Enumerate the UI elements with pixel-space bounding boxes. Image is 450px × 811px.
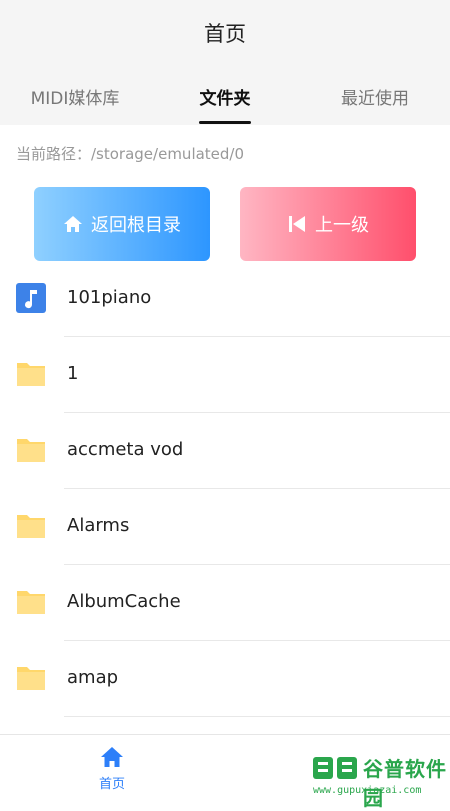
row-divider	[64, 716, 450, 717]
file-name: accmeta vod	[67, 439, 184, 460]
back-to-root-button[interactable]: 返回根目录	[34, 187, 210, 261]
current-path: 当前路径：/storage/emulated/0	[16, 145, 245, 163]
tab-midi-library[interactable]: MIDI媒体库	[0, 84, 150, 109]
page-title: 首页	[204, 22, 246, 46]
list-item[interactable]: 101piano	[0, 261, 450, 337]
tab-recent[interactable]: 最近使用	[300, 84, 450, 109]
file-name: amap	[67, 667, 119, 688]
file-list: 101piano 1 accmeta vod Alarms AlbumCache	[0, 261, 450, 717]
skip-previous-icon	[289, 216, 305, 232]
file-name: 101piano	[67, 287, 152, 308]
watermark: 谷普软件园 www.gupuxiazai.com	[311, 751, 447, 810]
folder-icon	[17, 667, 45, 690]
active-tab-indicator	[199, 121, 251, 124]
back-to-root-label: 返回根目录	[91, 215, 181, 236]
home-icon	[64, 216, 82, 232]
file-name: Alarms	[67, 515, 130, 536]
folder-icon	[17, 515, 45, 538]
nav-home-button[interactable]: 首页	[82, 745, 142, 795]
list-item[interactable]: accmeta vod	[0, 413, 450, 489]
tab-bar: MIDI媒体库 文件夹 最近使用	[0, 80, 450, 125]
bottom-navigation: 首页 谷普软件园 www.gupuxiazai.com	[0, 734, 450, 810]
parent-directory-label: 上一级	[315, 215, 369, 236]
list-item[interactable]: amap	[0, 641, 450, 717]
folder-icon	[17, 363, 45, 386]
watermark-url: www.gupuxiazai.com	[313, 785, 422, 796]
nav-home-label: 首页	[98, 777, 125, 792]
file-name: 1	[67, 363, 79, 384]
watermark-logo-icon	[313, 757, 357, 779]
home-icon	[101, 747, 123, 767]
watermark-text: 谷普软件园	[363, 757, 447, 810]
file-name: AlbumCache	[67, 591, 181, 612]
parent-directory-button[interactable]: 上一级	[240, 187, 416, 261]
tab-folder[interactable]: 文件夹	[150, 84, 300, 109]
list-item[interactable]: 1	[0, 337, 450, 413]
folder-icon	[17, 591, 45, 614]
folder-icon	[17, 439, 45, 462]
top-bar: 首页 MIDI媒体库 文件夹 最近使用	[0, 0, 450, 125]
list-item[interactable]: Alarms	[0, 489, 450, 565]
music-file-icon	[16, 283, 46, 313]
list-item[interactable]: AlbumCache	[0, 565, 450, 641]
